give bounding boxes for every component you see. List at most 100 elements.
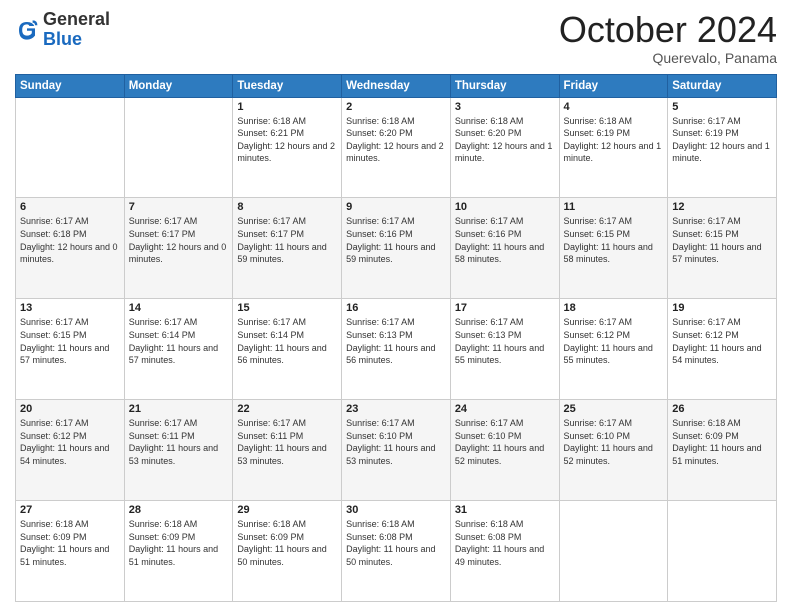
cell-content-3-3: Sunrise: 6:17 AM Sunset: 6:10 PM Dayligh… [346,417,446,467]
cell-2-1: 14Sunrise: 6:17 AM Sunset: 6:14 PM Dayli… [124,299,233,400]
cell-content-3-1: Sunrise: 6:17 AM Sunset: 6:11 PM Dayligh… [129,417,229,467]
day-number-15: 15 [237,302,337,314]
cell-3-6: 26 Sunrise: 6:18 AM Sunset: 6:09 PM Dayli… [668,400,777,501]
cell-content-3-0: Sunrise: 6:17 AM Sunset: 6:12 PM Dayligh… [20,417,120,467]
day-number-21: 21 [129,403,229,415]
cell-0-5: 4 Sunrise: 6:18 AM Sunset: 6:19 PM Daylig… [559,97,668,198]
cell-content-4-3: Sunrise: 6:18 AM Sunset: 6:08 PM Dayligh… [346,518,446,568]
col-saturday: Saturday [668,74,777,97]
cell-content-2-0: Sunrise: 6:17 AM Sunset: 6:15 PM Dayligh… [20,316,120,366]
cell-content-0-6: Sunrise: 6:17 AM Sunset: 6:19 PM Dayligh… [672,115,772,165]
cell-content-0-5: Sunrise: 6:18 AM Sunset: 6:19 PM Dayligh… [564,115,664,165]
day-number-26: 26 [672,403,772,415]
cell-4-3: 30 Sunrise: 6:18 AM Sunset: 6:08 PM Dayli… [342,501,451,602]
cell-content-3-5: Sunrise: 6:17 AM Sunset: 6:10 PM Dayligh… [564,417,664,467]
day-number-8: 8 [237,201,337,213]
cell-content-2-3: Sunrise: 6:17 AM Sunset: 6:13 PM Dayligh… [346,316,446,366]
col-sunday: Sunday [16,74,125,97]
cell-0-1 [124,97,233,198]
day-number-20: 20 [20,403,120,415]
cell-1-4: 10 Sunrise: 6:17 AM Sunset: 6:16 PM Dayli… [450,198,559,299]
week-row-1: 6 Sunrise: 6:17 AM Sunset: 6:18 PM Daylig… [16,198,777,299]
cell-1-0: 6 Sunrise: 6:17 AM Sunset: 6:18 PM Daylig… [16,198,125,299]
day-number-14: 14 [129,302,229,314]
day-number-30: 30 [346,504,446,516]
page: General Blue October 2024 Querevalo, Pan… [0,0,792,612]
cell-content-3-6: Sunrise: 6:18 AM Sunset: 6:09 PM Dayligh… [672,417,772,467]
day-number-10: 10 [455,201,555,213]
location: Querevalo, Panama [559,50,777,66]
cell-1-6: 12Sunrise: 6:17 AM Sunset: 6:15 PM Dayli… [668,198,777,299]
logo-general: General [43,9,110,29]
cell-0-2: 1Sunrise: 6:18 AM Sunset: 6:21 PM Daylig… [233,97,342,198]
cell-content-2-6: Sunrise: 6:17 AM Sunset: 6:12 PM Dayligh… [672,316,772,366]
day-number-6: 6 [20,201,120,213]
cell-3-1: 21 Sunrise: 6:17 AM Sunset: 6:11 PM Dayli… [124,400,233,501]
cell-3-2: 22 Sunrise: 6:17 AM Sunset: 6:11 PM Dayli… [233,400,342,501]
cell-content-0-3: Sunrise: 6:18 AM Sunset: 6:20 PM Dayligh… [346,115,446,165]
cell-3-0: 20 Sunrise: 6:17 AM Sunset: 6:12 PM Dayli… [16,400,125,501]
week-row-0: 1Sunrise: 6:18 AM Sunset: 6:21 PM Daylig… [16,97,777,198]
title-block: October 2024 Querevalo, Panama [559,10,777,66]
day-number-24: 24 [455,403,555,415]
day-number-11: 11 [564,201,664,213]
day-number-4: 4 [564,101,664,113]
cell-3-4: 24Sunrise: 6:17 AM Sunset: 6:10 PM Dayli… [450,400,559,501]
cell-2-6: 19 Sunrise: 6:17 AM Sunset: 6:12 PM Dayli… [668,299,777,400]
day-number-29: 29 [237,504,337,516]
cell-1-2: 8 Sunrise: 6:17 AM Sunset: 6:17 PM Daylig… [233,198,342,299]
calendar-header-row: Sunday Monday Tuesday Wednesday Thursday… [16,74,777,97]
cell-0-6: 5 Sunrise: 6:17 AM Sunset: 6:19 PM Daylig… [668,97,777,198]
logo-text: General Blue [43,10,110,50]
cell-content-4-1: Sunrise: 6:18 AM Sunset: 6:09 PM Dayligh… [129,518,229,568]
cell-content-4-2: Sunrise: 6:18 AM Sunset: 6:09 PM Dayligh… [237,518,337,568]
cell-4-6 [668,501,777,602]
month-title: October 2024 [559,10,777,50]
day-number-28: 28 [129,504,229,516]
cell-1-5: 11Sunrise: 6:17 AM Sunset: 6:15 PM Dayli… [559,198,668,299]
day-number-17: 17 [455,302,555,314]
col-thursday: Thursday [450,74,559,97]
cell-3-3: 23Sunrise: 6:17 AM Sunset: 6:10 PM Dayli… [342,400,451,501]
day-number-2: 2 [346,101,446,113]
col-monday: Monday [124,74,233,97]
cell-4-5 [559,501,668,602]
day-number-12: 12 [672,201,772,213]
cell-3-5: 25 Sunrise: 6:17 AM Sunset: 6:10 PM Dayli… [559,400,668,501]
cell-content-0-2: Sunrise: 6:18 AM Sunset: 6:21 PM Dayligh… [237,115,337,165]
day-number-13: 13 [20,302,120,314]
week-row-2: 13 Sunrise: 6:17 AM Sunset: 6:15 PM Dayli… [16,299,777,400]
cell-content-1-0: Sunrise: 6:17 AM Sunset: 6:18 PM Dayligh… [20,215,120,265]
cell-content-0-4: Sunrise: 6:18 AM Sunset: 6:20 PM Dayligh… [455,115,555,165]
cell-4-0: 27Sunrise: 6:18 AM Sunset: 6:09 PM Dayli… [16,501,125,602]
cell-0-4: 3 Sunrise: 6:18 AM Sunset: 6:20 PM Daylig… [450,97,559,198]
day-number-5: 5 [672,101,772,113]
cell-2-2: 15Sunrise: 6:17 AM Sunset: 6:14 PM Dayli… [233,299,342,400]
cell-content-1-1: Sunrise: 6:17 AM Sunset: 6:17 PM Dayligh… [129,215,229,265]
day-number-19: 19 [672,302,772,314]
cell-content-1-3: Sunrise: 6:17 AM Sunset: 6:16 PM Dayligh… [346,215,446,265]
day-number-7: 7 [129,201,229,213]
week-row-3: 20 Sunrise: 6:17 AM Sunset: 6:12 PM Dayli… [16,400,777,501]
cell-1-1: 7 Sunrise: 6:17 AM Sunset: 6:17 PM Daylig… [124,198,233,299]
cell-content-2-4: Sunrise: 6:17 AM Sunset: 6:13 PM Dayligh… [455,316,555,366]
cell-0-0 [16,97,125,198]
cell-2-5: 18Sunrise: 6:17 AM Sunset: 6:12 PM Dayli… [559,299,668,400]
cell-content-1-2: Sunrise: 6:17 AM Sunset: 6:17 PM Dayligh… [237,215,337,265]
cell-content-1-4: Sunrise: 6:17 AM Sunset: 6:16 PM Dayligh… [455,215,555,265]
cell-content-4-0: Sunrise: 6:18 AM Sunset: 6:09 PM Dayligh… [20,518,120,568]
day-number-3: 3 [455,101,555,113]
day-number-25: 25 [564,403,664,415]
day-number-22: 22 [237,403,337,415]
logo-icon [15,18,39,42]
cell-content-3-2: Sunrise: 6:17 AM Sunset: 6:11 PM Dayligh… [237,417,337,467]
cell-4-4: 31Sunrise: 6:18 AM Sunset: 6:08 PM Dayli… [450,501,559,602]
calendar-table: Sunday Monday Tuesday Wednesday Thursday… [15,74,777,602]
col-tuesday: Tuesday [233,74,342,97]
col-wednesday: Wednesday [342,74,451,97]
cell-content-4-4: Sunrise: 6:18 AM Sunset: 6:08 PM Dayligh… [455,518,555,568]
col-friday: Friday [559,74,668,97]
day-number-9: 9 [346,201,446,213]
cell-2-0: 13 Sunrise: 6:17 AM Sunset: 6:15 PM Dayli… [16,299,125,400]
cell-content-2-5: Sunrise: 6:17 AM Sunset: 6:12 PM Dayligh… [564,316,664,366]
